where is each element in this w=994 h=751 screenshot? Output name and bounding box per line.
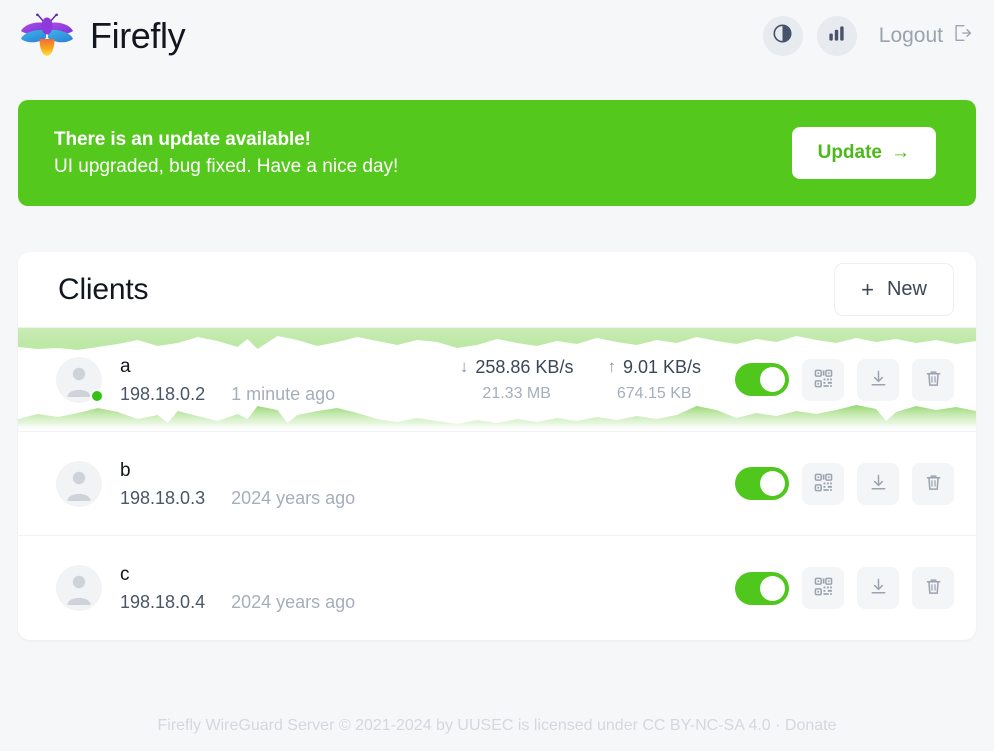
header-actions: Logout	[762, 16, 976, 56]
download-icon	[869, 369, 888, 391]
toggle-knob	[760, 575, 785, 601]
avatar	[56, 356, 104, 403]
delete-client-button[interactable]	[912, 358, 954, 401]
client-traffic: ↓ 258.86 KB/s 21.33 MB ↑ 9.01 KB/s 674.1…	[460, 357, 735, 403]
bar-chart-icon	[827, 24, 846, 48]
update-banner-wrapper: There is an update available! UI upgrade…	[0, 72, 994, 206]
clients-card: Clients + New a 198.18.0.2 1 minute ago …	[18, 252, 976, 640]
logout-label: Logout	[878, 24, 943, 47]
avatar-placeholder-icon	[56, 460, 102, 507]
client-last-seen: 1 minute ago	[231, 383, 336, 404]
trash-icon	[924, 369, 943, 391]
update-button[interactable]: Update →	[791, 127, 936, 179]
client-info: c 198.18.0.4 2024 years ago	[120, 565, 355, 611]
app-header: Firefly Logout	[0, 0, 994, 72]
download-icon	[869, 473, 888, 495]
upload-rate-row: ↑ 9.01 KB/s	[607, 357, 701, 378]
traffic-wave-top	[18, 328, 976, 354]
show-qr-button[interactable]	[802, 462, 844, 505]
client-row-content: a 198.18.0.2 1 minute ago ↓ 258.86 KB/s	[56, 356, 954, 403]
arrow-up-icon: ↑	[607, 357, 616, 376]
page-footer: Firefly WireGuard Server © 2021-2024 by …	[0, 717, 994, 751]
client-enable-toggle[interactable]	[735, 571, 789, 605]
upload-rate: 9.01 KB/s	[622, 356, 701, 377]
trash-icon	[924, 473, 943, 495]
client-info: a 198.18.0.2 1 minute ago	[120, 357, 335, 403]
qr-code-icon	[814, 473, 833, 495]
plus-icon: +	[861, 276, 874, 302]
client-last-seen: 2024 years ago	[231, 592, 356, 612]
firefly-logo-icon	[18, 13, 76, 59]
client-name: a	[120, 355, 131, 377]
theme-toggle-button[interactable]	[762, 16, 803, 56]
row-actions	[735, 462, 954, 505]
sign-out-icon	[952, 23, 972, 49]
logout-button[interactable]: Logout	[879, 23, 976, 49]
show-qr-button[interactable]	[802, 567, 844, 609]
upload-total: 674.15 KB	[616, 384, 692, 402]
client-enable-toggle[interactable]	[735, 363, 789, 396]
table-row[interactable]: c 198.18.0.4 2024 years ago	[18, 536, 976, 640]
client-row-content: c 198.18.0.4 2024 years ago	[56, 565, 954, 611]
download-config-button[interactable]	[857, 462, 899, 505]
footer-text[interactable]: Firefly WireGuard Server © 2021-2024 by …	[157, 717, 836, 734]
qr-code-icon	[814, 369, 833, 391]
avatar	[56, 460, 102, 507]
app-root: Firefly Logout There is an update availa…	[0, 0, 994, 751]
contrast-circle-icon	[772, 23, 793, 49]
download-config-button[interactable]	[857, 358, 899, 401]
upload-traffic: ↑ 9.01 KB/s 674.15 KB	[607, 357, 701, 403]
download-icon	[869, 577, 888, 599]
add-client-button[interactable]: + New	[834, 263, 954, 316]
update-button-label: Update	[817, 142, 882, 163]
update-banner-text: There is an update available! UI upgrade…	[54, 129, 398, 178]
client-row-content: b 198.18.0.3 2024 years ago	[56, 460, 954, 507]
download-traffic: ↓ 258.86 KB/s 21.33 MB	[460, 357, 574, 403]
table-row[interactable]: a 198.18.0.2 1 minute ago ↓ 258.86 KB/s	[18, 328, 976, 432]
client-last-seen: 2024 years ago	[231, 487, 356, 508]
download-total: 21.33 MB	[482, 384, 551, 402]
arrow-right-icon: →	[891, 142, 910, 163]
brand-name: Firefly	[90, 15, 186, 56]
download-config-button[interactable]	[857, 567, 899, 609]
brand: Firefly	[18, 13, 186, 59]
client-name: c	[120, 564, 130, 585]
status-badge	[90, 388, 104, 403]
client-subinfo: 198.18.0.2 1 minute ago	[120, 385, 335, 403]
toggle-knob	[760, 367, 785, 392]
update-banner-subtitle: UI upgraded, bug fixed. Have a nice day!	[54, 155, 399, 177]
row-actions	[735, 567, 954, 609]
page-title: Clients	[58, 272, 149, 306]
client-ip: 198.18.0.2	[120, 383, 206, 404]
show-qr-button[interactable]	[802, 358, 844, 401]
client-ip: 198.18.0.3	[120, 487, 206, 508]
client-enable-toggle[interactable]	[735, 467, 789, 500]
client-ip: 198.18.0.4	[120, 592, 206, 612]
download-rate-row: ↓ 258.86 KB/s	[460, 357, 574, 378]
delete-client-button[interactable]	[912, 462, 954, 505]
client-name: b	[120, 459, 131, 481]
avatar-placeholder-icon	[56, 565, 102, 611]
download-rate: 258.86 KB/s	[475, 356, 574, 377]
stats-button[interactable]	[816, 16, 857, 56]
delete-client-button[interactable]	[912, 567, 954, 609]
avatar	[56, 565, 102, 611]
toggle-knob	[760, 471, 785, 496]
update-banner: There is an update available! UI upgrade…	[18, 100, 976, 206]
table-row[interactable]: b 198.18.0.3 2024 years ago	[18, 432, 976, 536]
client-info: b 198.18.0.3 2024 years ago	[120, 461, 355, 507]
qr-code-icon	[814, 577, 833, 599]
clients-card-header: Clients + New	[18, 252, 976, 328]
update-banner-title: There is an update available!	[54, 128, 311, 150]
trash-icon	[924, 577, 943, 599]
clients-card-wrapper: Clients + New a 198.18.0.2 1 minute ago …	[0, 206, 994, 640]
arrow-down-icon: ↓	[459, 357, 469, 376]
row-actions	[735, 358, 954, 401]
add-client-label: New	[886, 278, 927, 300]
client-subinfo: 198.18.0.3 2024 years ago	[120, 489, 355, 507]
client-subinfo: 198.18.0.4 2024 years ago	[120, 593, 355, 611]
